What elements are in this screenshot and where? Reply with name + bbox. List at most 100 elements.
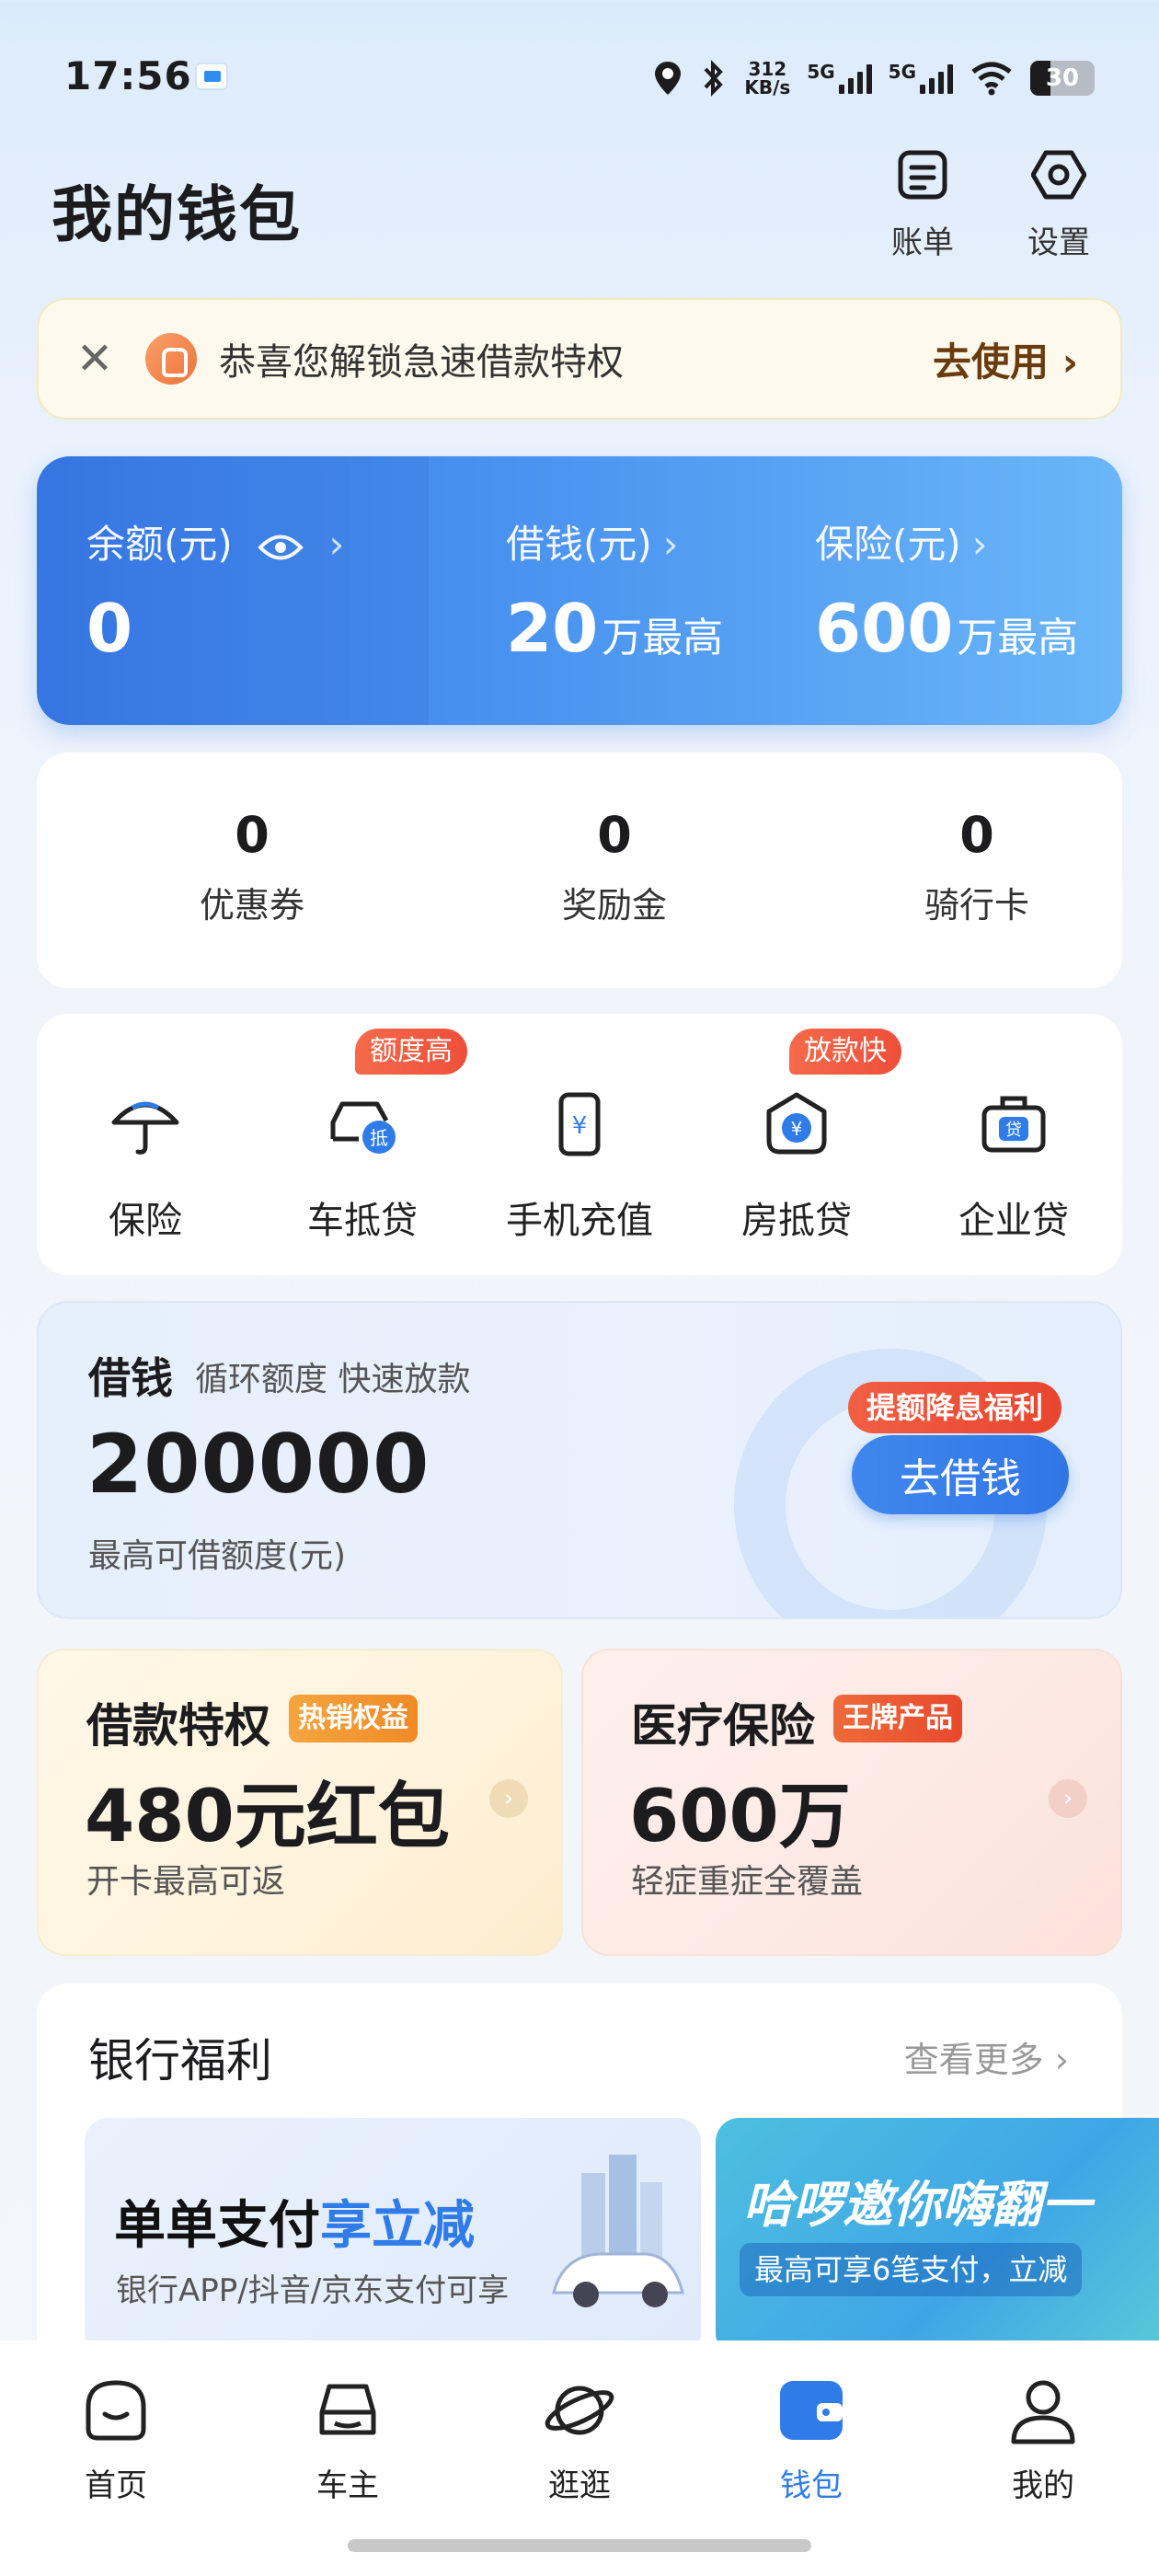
profile-icon [1011, 2380, 1075, 2444]
service-insurance[interactable]: 保险 [53, 1087, 237, 1244]
chevron-right-icon: › [489, 1779, 528, 1818]
chevron-right-icon: › [328, 522, 345, 567]
borrow-subtitle: 循环额度 快速放款 [195, 1361, 471, 1398]
ad-subtitle: 最高可享6笔支付，立减 [740, 2243, 1083, 2296]
borrow-label: 借钱(元) › [506, 522, 679, 567]
home-icon [86, 2380, 146, 2441]
close-icon[interactable]: ✕ [72, 333, 118, 385]
tab-home[interactable]: 首页 [52, 2372, 180, 2505]
badge-high-limit: 额度高 [355, 1029, 467, 1075]
balance-section[interactable]: 余额(元) › 0 [37, 456, 429, 725]
signal-bars-icon [920, 63, 953, 94]
svg-text:贷: 贷 [1005, 1121, 1022, 1140]
borrow-note: 最高可借额度(元) [88, 1537, 347, 1575]
promo-title: 医疗保险 [631, 1699, 815, 1753]
location-icon [655, 62, 682, 95]
signal-sim2: 5G [889, 63, 953, 94]
lock-badge-icon [145, 333, 197, 385]
settings-icon [1031, 150, 1086, 200]
status-indicators: 312 KB/s 5G 5G 30 [652, 55, 1095, 101]
svg-text:抵: 抵 [370, 1127, 388, 1149]
promo-tag: 热销权益 [289, 1695, 418, 1742]
promo-subtitle: 轻症重症全覆盖 [631, 1863, 864, 1901]
insurance-value: 600万最高 [815, 590, 1079, 667]
bank-ad-instant-discount[interactable]: 单单支付享立减 银行APP/抖音/京东支付可享 [85, 2118, 701, 2357]
tab-wallet[interactable]: 钱包 [747, 2372, 876, 2505]
service-car-loan[interactable]: 抵 车抵贷 [270, 1087, 454, 1244]
ad-title: 单单支付享立减 [114, 2196, 475, 2256]
borrow-section[interactable]: 借钱(元) › 20万最高 [429, 456, 769, 725]
borrow-card[interactable]: 借钱 循环额度 快速放款 200000 最高可借额度(元) 去借钱 提额降息福利 [37, 1301, 1122, 1619]
borrow-value: 20万最高 [506, 590, 724, 667]
chevron-right-icon: › [662, 522, 679, 567]
signal-sim1: 5G [807, 63, 872, 94]
service-phone-recharge[interactable]: ¥ 手机充值 [488, 1087, 671, 1244]
insurance-label: 保险(元) › [815, 522, 988, 567]
balance-label: 余额(元) › [86, 522, 345, 567]
borrow-promo-tag: 提额降息福利 [848, 1382, 1062, 1433]
promo-headline: 480元红包 [85, 1776, 450, 1858]
ad-title: 哈啰邀你嗨翻一 [743, 2176, 1091, 2234]
services-grid: 保险 抵 车抵贷 ¥ 手机充值 ¥ 房抵贷 贷 企业贷 [37, 1014, 1122, 1275]
tab-explore[interactable]: 逛逛 [515, 2372, 644, 2505]
settings-button[interactable]: 设置 [1008, 147, 1109, 276]
page-title: 我的钱包 [52, 179, 302, 250]
city-car-illustration [552, 2155, 684, 2307]
promo-title: 借款特权 [86, 1699, 270, 1753]
bill-icon [898, 150, 947, 200]
enterprise-loan-icon: 贷 [981, 1096, 1046, 1153]
chevron-right-icon: › [1049, 1779, 1087, 1818]
chevron-right-icon: › [1061, 339, 1078, 385]
promo-headline: 600万 [629, 1776, 851, 1858]
wifi-icon [971, 62, 1012, 96]
borrow-amount: 200000 [86, 1417, 430, 1512]
assets-stats-card: 0 优惠券 0 奖励金 0 骑行卡 [37, 753, 1122, 988]
chevron-right-icon: › [1054, 2040, 1069, 2080]
tab-car-owner[interactable]: 车主 [283, 2372, 412, 2505]
home-indicator [348, 2539, 811, 2552]
promo-medical-insurance[interactable]: 医疗保险 王牌产品 600万 轻症重症全覆盖 › [581, 1649, 1122, 1956]
view-more-link[interactable]: 查看更多 › [904, 2031, 1069, 2082]
reward-stat[interactable]: 0 奖励金 [513, 806, 716, 927]
bill-button[interactable]: 账单 [872, 147, 973, 276]
promo-tag: 王牌产品 [833, 1695, 962, 1742]
svg-text:¥: ¥ [572, 1112, 588, 1140]
battery-indicator: 30 [1030, 61, 1095, 96]
balance-card: 余额(元) › 0 借钱(元) › 20万最高 保险(元) › 600万最高 [37, 456, 1122, 725]
planet-icon [545, 2386, 614, 2435]
riding-card-stat[interactable]: 0 骑行卡 [876, 806, 1078, 927]
balance-value: 0 [86, 590, 133, 667]
wallet-icon [780, 2381, 843, 2440]
network-speed: 312 KB/s [744, 58, 791, 98]
chevron-right-icon: › [971, 522, 988, 567]
tab-profile[interactable]: 我的 [979, 2372, 1107, 2505]
use-now-link[interactable]: 去使用 › [933, 331, 1078, 387]
promo-subtitle: 开卡最高可返 [86, 1863, 286, 1901]
car-icon [319, 2384, 376, 2435]
bill-label: 账单 [891, 224, 954, 261]
banner-text: 恭喜您解锁急速借款特权 [219, 341, 624, 384]
svg-text:¥: ¥ [791, 1118, 803, 1140]
insurance-section[interactable]: 保险(元) › 600万最高 [769, 456, 1122, 725]
service-enterprise-loan[interactable]: 贷 企业贷 [922, 1087, 1106, 1244]
section-title: 银行福利 [88, 2034, 272, 2087]
service-house-loan[interactable]: ¥ 房抵贷 [705, 1087, 889, 1244]
settings-label: 设置 [1027, 224, 1090, 261]
status-time: 17:56 [64, 53, 192, 98]
notification-app-icon [195, 63, 228, 90]
badge-fast-payout: 放款快 [789, 1029, 901, 1075]
umbrella-icon [111, 1101, 179, 1155]
coupon-stat[interactable]: 0 优惠券 [151, 806, 353, 927]
car-loan-icon: 抵 [330, 1101, 396, 1154]
bank-ad-hello-invite[interactable]: 哈啰邀你嗨翻一 最高可享6笔支付，立减 [716, 2118, 1159, 2357]
house-loan-icon: ¥ [766, 1092, 827, 1155]
phone-recharge-icon: ¥ [558, 1092, 601, 1156]
promo-loan-privilege[interactable]: 借款特权 热销权益 480元红包 开卡最高可返 › [37, 1649, 563, 1956]
signal-bars-icon [838, 63, 872, 94]
go-borrow-button[interactable]: 去借钱 [852, 1435, 1069, 1514]
eye-icon[interactable] [258, 532, 304, 563]
borrow-title: 借钱 [88, 1353, 173, 1403]
ad-subtitle: 银行APP/抖音/京东支付可享 [116, 2272, 510, 2309]
bluetooth-icon [704, 60, 724, 97]
privilege-banner[interactable]: ✕ 恭喜您解锁急速借款特权 去使用 › [37, 298, 1122, 420]
